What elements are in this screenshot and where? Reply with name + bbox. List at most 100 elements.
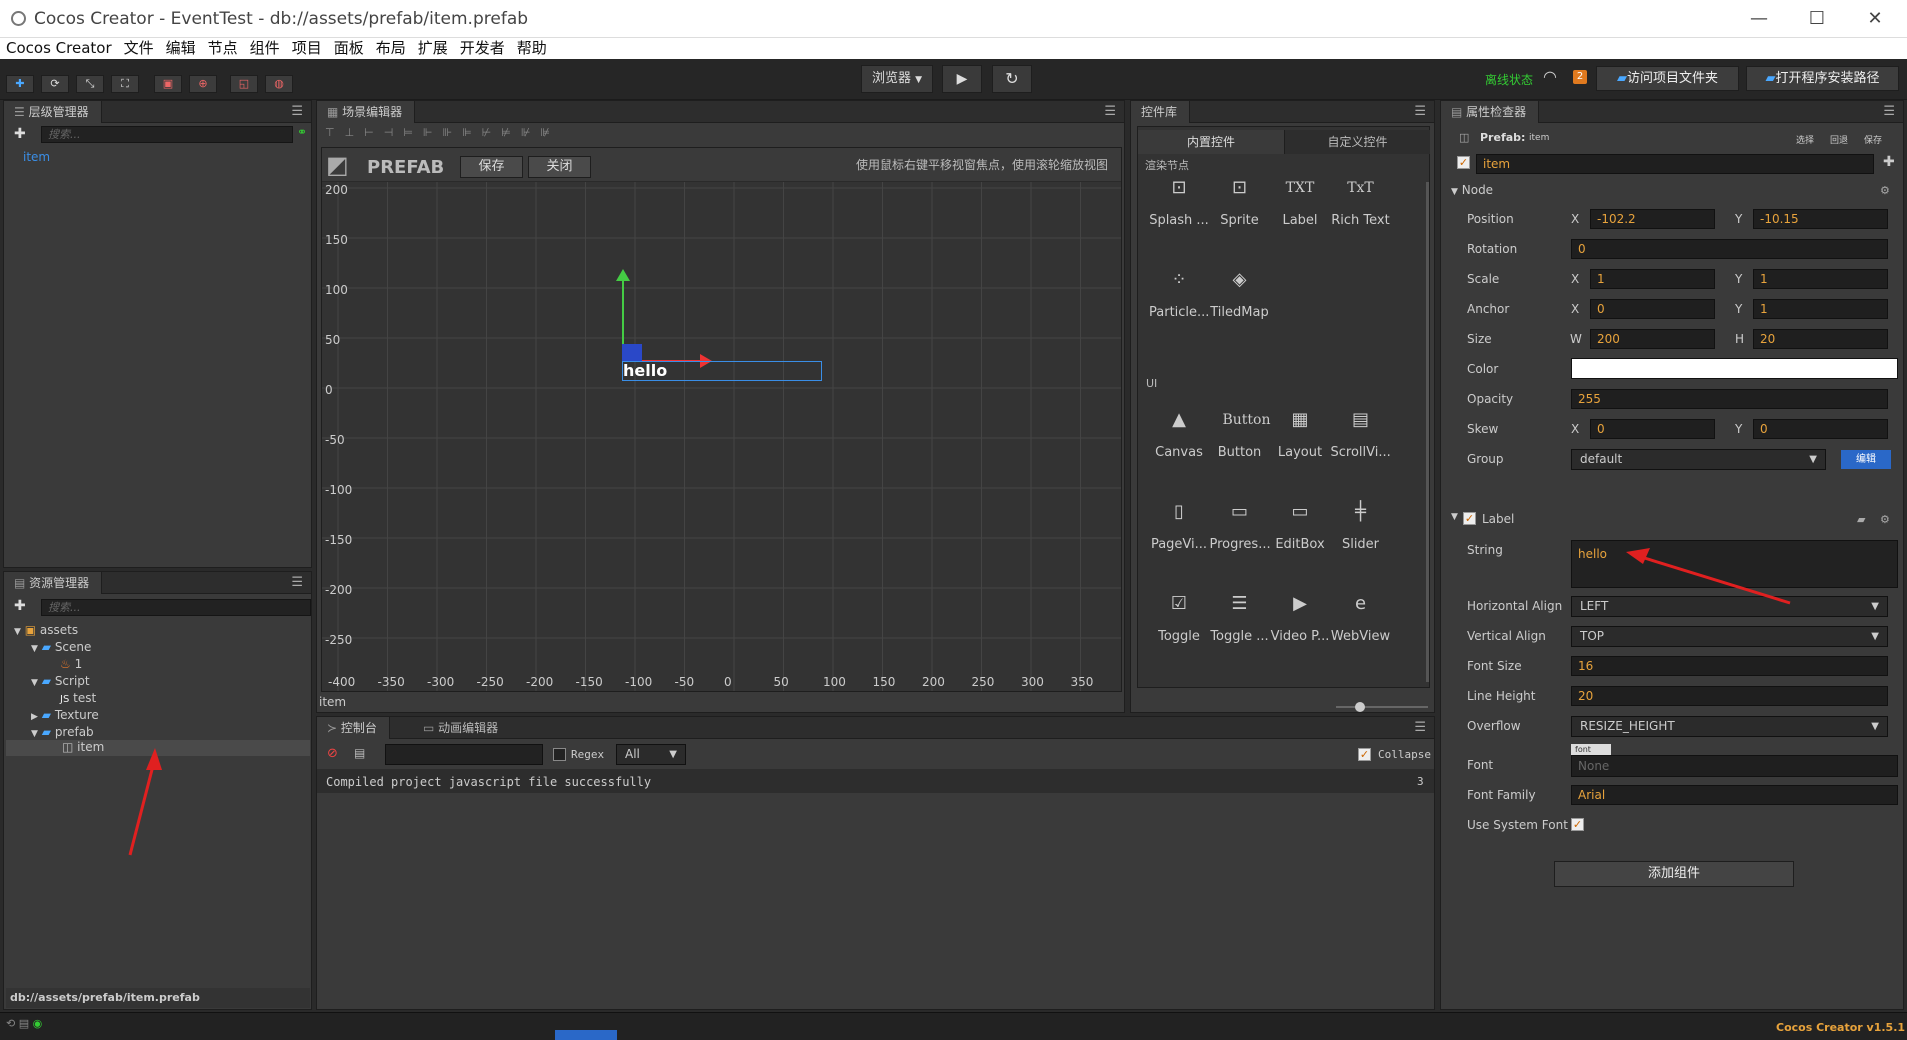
move-handle[interactable] [622,344,642,362]
book-icon[interactable]: ▰ [1857,513,1865,526]
menu-edit[interactable]: 编辑 [160,38,202,59]
scale-tool-icon[interactable]: ⤡ [76,75,104,93]
library-item-webview[interactable]: e WebView [1331,587,1391,644]
library-item-tiledmap[interactable]: ◈ TiledMap [1210,263,1270,320]
custom-tab[interactable]: 自定义控件 [1284,130,1430,154]
library-item-sprite[interactable]: ⊡ Sprite [1210,171,1270,228]
console-log-row[interactable]: Compiled project javascript file success… [317,769,1434,793]
align-toolbar[interactable]: ⊤⊥⊢⊣⊨⊩⊪⊫⊬⊭⊮⊯ [325,126,685,142]
library-item-richtext[interactable]: TxT Rich Text [1331,171,1391,228]
open-log-icon[interactable]: ▤ [354,746,365,760]
library-item-button[interactable]: Button Button [1210,403,1271,460]
open-install-path-button[interactable]: ▰打开程序安装路径 [1746,66,1899,91]
hierarchy-search-input[interactable]: 搜索... [41,126,293,143]
library-item-splash[interactable]: ⊡ Splash ... [1149,171,1209,228]
assets-tab[interactable]: ▤ 资源管理器 [4,572,103,594]
prefab-apply-button[interactable]: 保存 [1864,133,1882,146]
tree-node-assets[interactable]: ▼ ▣ assets [14,623,78,637]
library-item-progressbar[interactable]: ▭ Progres... [1210,495,1271,552]
use-system-font-checkbox[interactable]: ✓ [1571,818,1584,831]
string-textarea[interactable]: hello [1571,540,1898,588]
notification-badge[interactable]: 2 [1573,70,1587,84]
tree-node-scene-1[interactable]: ♨ 1 [60,657,82,671]
menu-extension[interactable]: 扩展 [412,38,454,59]
skew-y-input[interactable]: 0 [1753,419,1888,439]
scene-viewport[interactable]: ◩ PREFAB 保存 关闭 使用鼠标右键平移视窗焦点，使用滚轮缩放视图 200… [321,147,1122,692]
play-icon[interactable]: ▶ [942,65,982,93]
size-h-input[interactable]: 20 [1753,329,1888,349]
menu-panel[interactable]: 面板 [328,38,370,59]
menu-help[interactable]: 帮助 [511,38,553,59]
menu-component[interactable]: 组件 [244,38,286,59]
link-icon[interactable]: ⚭ [297,125,307,139]
panel-menu-icon[interactable]: ☰ [291,575,303,590]
log-level-dropdown[interactable]: All ▼ [616,744,686,765]
position-x-input[interactable]: -102.2 [1590,209,1715,229]
group-edit-button[interactable]: 编辑 [1841,450,1891,469]
panel-menu-icon[interactable]: ☰ [1414,104,1426,119]
fontsize-input[interactable]: 16 [1571,656,1888,676]
refresh-icon[interactable]: ↻ [992,65,1032,93]
panel-menu-icon[interactable]: ☰ [1104,104,1116,119]
hierarchy-tab[interactable]: ☰ 层级管理器 [4,101,102,123]
panel-menu-icon[interactable]: ☰ [291,104,303,119]
console-filter-input[interactable] [385,744,543,765]
open-project-folder-button[interactable]: ▰访问项目文件夹 [1596,66,1739,91]
prefab-close-button[interactable]: 关闭 [528,156,591,178]
local-space-icon[interactable]: ◱ [230,75,258,93]
panel-menu-icon[interactable]: ☰ [1883,104,1895,119]
add-icon[interactable]: ✚ [1883,154,1895,170]
tree-node-prefab[interactable]: ▼ ▰ prefab [31,725,94,739]
rotate-tool-icon[interactable]: ⟳ [41,75,69,93]
node-name-input[interactable]: item [1476,154,1874,174]
node-active-checkbox[interactable]: ✓ [1457,156,1470,169]
rotation-input[interactable]: 0 [1571,239,1888,259]
menu-project[interactable]: 项目 [286,38,328,59]
hello-label-node[interactable]: hello [623,361,667,380]
library-item-togglegroup[interactable]: ☰ Toggle ... [1210,587,1270,644]
library-scrollbar[interactable] [1426,182,1429,682]
opacity-input[interactable]: 255 [1571,389,1888,409]
anchor-y-input[interactable]: 1 [1753,299,1888,319]
center-pivot-icon[interactable]: ⊕ [189,75,217,93]
scene-tab[interactable]: ▦ 场景编辑器 [317,101,416,123]
position-y-input[interactable]: -10.15 [1753,209,1888,229]
builtin-tab[interactable]: 内置控件 [1138,130,1284,154]
add-node-icon[interactable]: ✚ [14,126,26,142]
prefab-save-button[interactable]: 保存 [460,156,523,178]
library-item-toggle[interactable]: ☑ Toggle [1149,587,1209,644]
tree-node-texture[interactable]: ▶ ▰ Texture [31,708,99,722]
console-tab[interactable]: ≻ 控制台 [317,717,390,739]
zoom-slider[interactable] [1336,706,1428,708]
group-dropdown[interactable]: default ▼ [1571,449,1826,470]
anchor-x-input[interactable]: 0 [1590,299,1715,319]
inspector-tab[interactable]: ▤ 属性检查器 [1441,101,1540,123]
size-w-input[interactable]: 200 [1590,329,1715,349]
valign-dropdown[interactable]: TOP ▼ [1571,626,1888,647]
collapse-checkbox[interactable]: ✓ [1358,748,1371,761]
panel-menu-icon[interactable]: ☰ [1414,720,1426,735]
menu-node[interactable]: 节点 [202,38,244,59]
y-axis-arrow-icon[interactable] [616,269,630,281]
halign-dropdown[interactable]: LEFT ▼ [1571,596,1888,617]
minimize-button[interactable]: — [1739,6,1779,32]
scale-y-input[interactable]: 1 [1753,269,1888,289]
color-picker[interactable] [1571,358,1898,379]
menu-file[interactable]: 文件 [118,38,160,59]
tree-node-test[interactable]: JS test [60,691,96,705]
preview-platform-dropdown[interactable]: 浏览器 ▼ [861,65,933,93]
menu-developer[interactable]: 开发者 [454,38,511,59]
maximize-button[interactable]: ☐ [1797,6,1837,32]
skew-x-input[interactable]: 0 [1590,419,1715,439]
label-enabled-checkbox[interactable]: ✓ [1463,512,1476,525]
library-item-editbox[interactable]: ▭ EditBox [1270,495,1330,552]
library-item-layout[interactable]: ▦ Layout [1270,403,1330,460]
prefab-select-button[interactable]: 选择 [1796,133,1814,146]
animation-tab[interactable]: ▭ 动画编辑器 [411,717,510,739]
prefab-revert-button[interactable]: 回退 [1830,133,1848,146]
library-tab[interactable]: 控件库 [1131,101,1191,123]
tree-node-scene[interactable]: ▼ ▰ Scene [31,640,91,654]
library-item-label[interactable]: TXT Label [1270,171,1330,228]
menu-layout[interactable]: 布局 [370,38,412,59]
gear-icon[interactable]: ⚙ [1880,184,1890,197]
